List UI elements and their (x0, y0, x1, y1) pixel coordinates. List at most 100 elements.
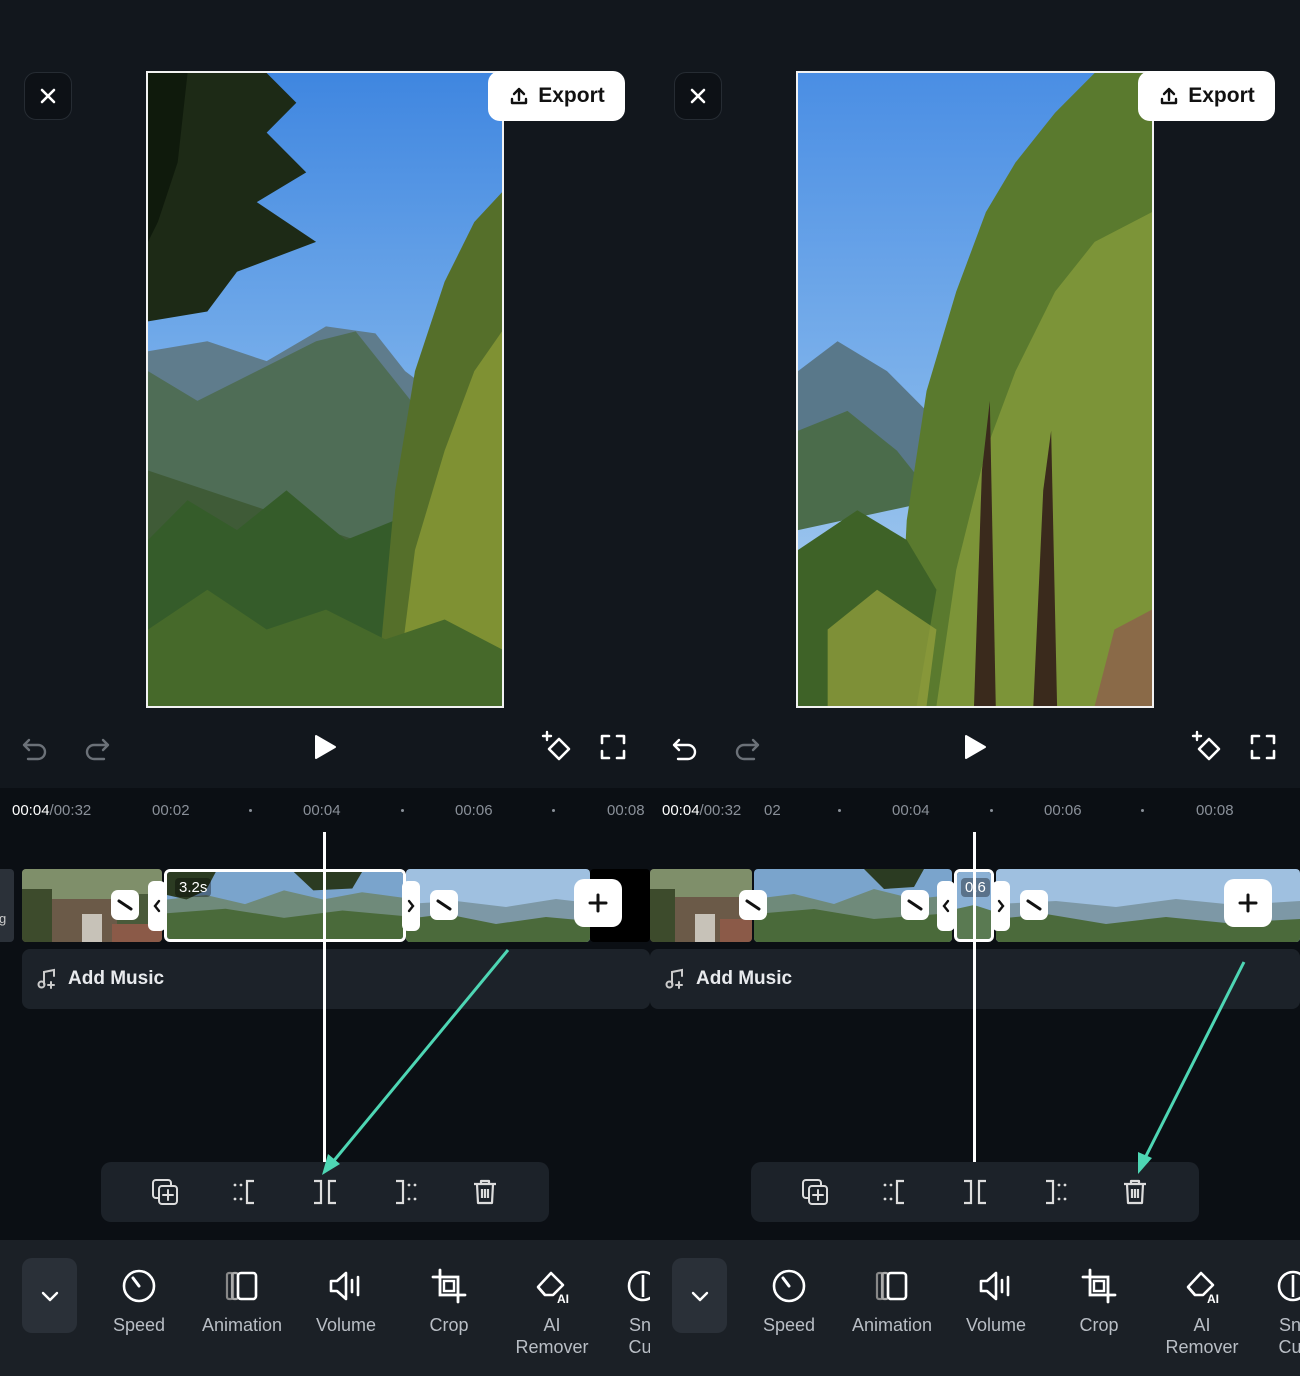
redo-button[interactable] (80, 730, 114, 764)
chevron-left-icon (942, 899, 950, 913)
export-button[interactable]: Export (1138, 71, 1275, 121)
timeline-ruler[interactable]: 00:04/00:32 00:02 00:04 00:06 00:08 (0, 788, 650, 832)
tool-label: Animation (851, 1315, 933, 1335)
delete-button[interactable] (1119, 1176, 1151, 1208)
previous-clip-edge[interactable]: g (0, 869, 14, 942)
clip-edit-toolbar (101, 1162, 549, 1222)
speed-icon (122, 1269, 156, 1303)
tool-ai-remover[interactable]: AI AI Remover (502, 1266, 602, 1358)
tool-smart-cutout[interactable]: Sn Cu (1240, 1266, 1300, 1358)
tool-speed[interactable]: Speed (89, 1266, 189, 1336)
ruler-dot (552, 809, 555, 812)
close-button[interactable] (24, 72, 72, 120)
transition-button[interactable] (901, 890, 929, 920)
collapse-button[interactable] (672, 1258, 727, 1333)
add-clip-button[interactable] (574, 879, 622, 927)
duplicate-button[interactable] (149, 1176, 181, 1208)
svg-text:AI: AI (557, 1292, 569, 1305)
undo-button[interactable] (668, 730, 702, 764)
fullscreen-button[interactable] (596, 730, 630, 764)
chevron-down-icon (41, 1291, 58, 1301)
transition-button[interactable] (1020, 890, 1048, 920)
play-icon (315, 735, 336, 759)
tool-label: Sn Cu (1278, 1315, 1300, 1357)
trim-handle-left[interactable] (937, 881, 955, 931)
trim-end-button[interactable] (1039, 1176, 1071, 1208)
smart-cutout-icon (1277, 1270, 1300, 1302)
timecode: 00:04/00:32 (662, 802, 742, 819)
collapse-button[interactable] (22, 1258, 77, 1333)
split-button[interactable] (309, 1176, 341, 1208)
transition-icon (117, 899, 133, 911)
close-icon (690, 88, 706, 104)
ruler-tick: 00:06 (455, 802, 493, 819)
previous-clip-label: g (0, 911, 7, 926)
playhead[interactable] (323, 832, 326, 1162)
tool-volume[interactable]: Volume (296, 1266, 396, 1336)
tool-label: Crop (429, 1315, 469, 1335)
transition-button[interactable] (430, 890, 458, 920)
tool-volume[interactable]: Volume (946, 1266, 1046, 1336)
tool-animation[interactable]: Animation (842, 1266, 942, 1336)
tools-bar: Speed Animation Volume Crop AI AI Remove… (0, 1240, 650, 1376)
video-preview[interactable] (146, 71, 504, 708)
trim-end-icon (396, 1179, 417, 1205)
undo-button[interactable] (18, 730, 52, 764)
trim-end-button[interactable] (389, 1176, 421, 1208)
ruler-tick: 00:06 (1044, 802, 1082, 819)
trim-handle-left[interactable] (148, 881, 166, 931)
trim-start-button[interactable] (229, 1176, 261, 1208)
play-button[interactable] (306, 728, 344, 766)
tool-label: Animation (201, 1315, 283, 1335)
clip-edit-toolbar (751, 1162, 1199, 1222)
tool-label: Speed (762, 1315, 816, 1335)
video-clip[interactable] (650, 869, 752, 942)
keyframe-button[interactable] (538, 728, 576, 766)
export-button[interactable]: Export (488, 71, 625, 121)
duplicate-icon (802, 1179, 828, 1205)
undo-icon (672, 738, 697, 761)
redo-icon (735, 738, 760, 761)
ruler-tick: 02 (764, 802, 781, 819)
redo-button[interactable] (730, 730, 764, 764)
play-button[interactable] (956, 728, 994, 766)
trim-start-button[interactable] (879, 1176, 911, 1208)
redo-icon (85, 738, 110, 761)
trim-handle-right[interactable] (992, 881, 1010, 931)
transition-icon (1026, 899, 1042, 911)
close-button[interactable] (674, 72, 722, 120)
tool-smart-cutout[interactable]: Sn Cu (590, 1266, 650, 1358)
split-icon (314, 1179, 336, 1205)
add-keyframe-icon (1191, 730, 1221, 761)
tool-crop[interactable]: Crop (1049, 1266, 1149, 1336)
trim-start-icon (883, 1179, 904, 1205)
video-clip[interactable] (22, 869, 162, 942)
playhead[interactable] (973, 832, 976, 1162)
tool-crop[interactable]: Crop (399, 1266, 499, 1336)
timeline-ruler[interactable]: 00:04/00:32 02 00:04 00:06 00:08 (650, 788, 1300, 832)
ruler-dot (249, 809, 252, 812)
add-music-track[interactable]: Add Music (22, 949, 650, 1009)
ruler-tick: 00:04 (303, 802, 341, 819)
fullscreen-button[interactable] (1246, 730, 1280, 764)
duplicate-button[interactable] (799, 1176, 831, 1208)
keyframe-button[interactable] (1188, 728, 1226, 766)
chevron-right-icon (997, 899, 1005, 913)
export-label: Export (538, 84, 605, 107)
transition-button[interactable] (111, 890, 139, 920)
add-clip-button[interactable] (1224, 879, 1272, 927)
transition-button[interactable] (739, 890, 767, 920)
ruler-dot (990, 809, 993, 812)
preview-frame-image (798, 73, 1152, 706)
crop-icon (431, 1268, 467, 1304)
selected-video-clip[interactable]: 3.2s (164, 869, 406, 942)
trim-handle-right[interactable] (402, 881, 420, 931)
video-preview[interactable] (796, 71, 1154, 708)
delete-button[interactable] (469, 1176, 501, 1208)
tool-speed[interactable]: Speed (739, 1266, 839, 1336)
tool-animation[interactable]: Animation (192, 1266, 292, 1336)
transition-icon (907, 899, 923, 911)
tool-ai-remover[interactable]: AI AI Remover (1152, 1266, 1252, 1358)
ruler-dot (1141, 809, 1144, 812)
split-button[interactable] (959, 1176, 991, 1208)
